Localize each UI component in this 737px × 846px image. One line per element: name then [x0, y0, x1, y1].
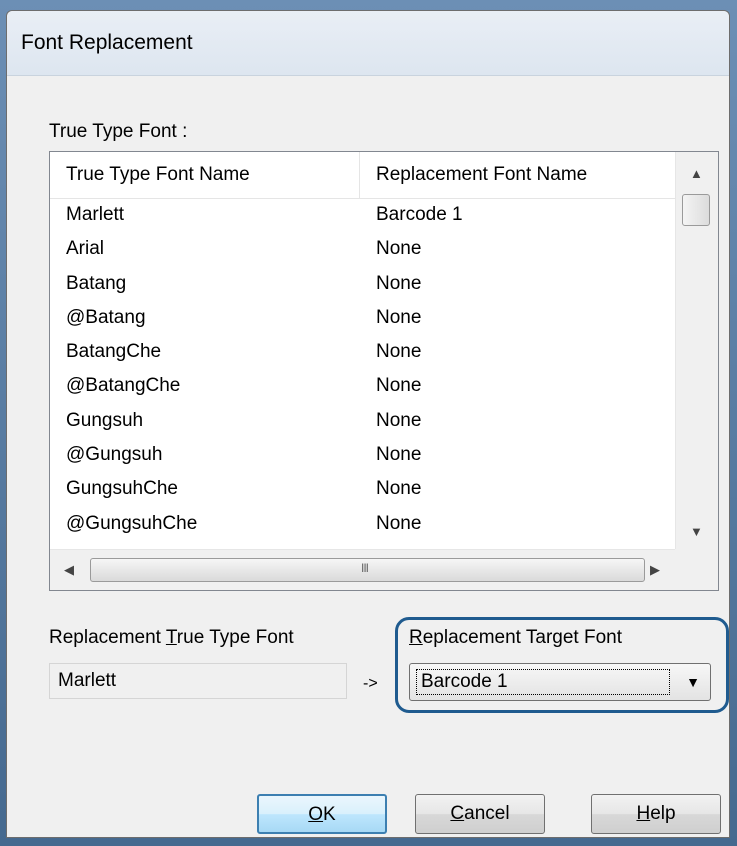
table-row[interactable]: BatangChe None — [50, 335, 675, 369]
replacement-true-type-font-field: Marlett — [49, 663, 347, 699]
replacement-font-cell: None — [376, 444, 422, 466]
mnemonic-r: R — [409, 627, 423, 648]
replacement-font-cell: None — [376, 478, 422, 500]
vertical-scrollbar[interactable]: ▲ ▼ — [675, 152, 718, 549]
replacement-target-font-dropdown[interactable]: Barcode 1 ▼ — [409, 663, 711, 701]
font-name-cell: @GungsuhChe — [66, 512, 198, 534]
title-bar[interactable]: Font Replacement — [7, 11, 729, 76]
table-row[interactable]: @BatangChe None — [50, 369, 675, 403]
scroll-down-arrow-icon[interactable]: ▼ — [690, 524, 703, 539]
true-type-font-group-label: True Type Font : — [49, 121, 188, 142]
replacement-font-cell: None — [376, 238, 422, 260]
label-text: Replacement — [49, 627, 166, 648]
font-name-cell: Marlett — [66, 204, 125, 225]
column-header-replacement-font-name[interactable]: Replacement Font Name — [360, 152, 675, 198]
scroll-grip-icon: III — [361, 561, 369, 575]
list-header: True Type Font Name Replacement Font Nam… — [50, 152, 675, 199]
chevron-down-icon[interactable]: ▼ — [686, 674, 700, 690]
replacement-font-cell: None — [376, 375, 422, 397]
horizontal-scroll-thumb[interactable]: III — [90, 558, 645, 582]
table-row[interactable]: GungsuhChe None — [50, 472, 675, 506]
table-row[interactable]: @Batang None — [50, 301, 675, 335]
replacement-font-cell: None — [376, 306, 422, 328]
font-name-cell: Batang — [66, 272, 127, 294]
font-name-cell: @Gungsuh — [66, 444, 163, 466]
replacement-target-font-label: Replacement Target Font — [409, 627, 622, 649]
font-name-cell: GungsuhChe — [66, 478, 178, 500]
label-text: rue Type Font — [176, 627, 294, 648]
scroll-left-arrow-icon[interactable]: ◀ — [64, 562, 74, 578]
list-body: Marlett Barcode 1 Arial None Batang None @Bata… — [50, 198, 675, 541]
dropdown-selected-value: Barcode 1 — [416, 669, 670, 695]
table-row[interactable]: Batang None — [50, 267, 675, 301]
ok-button[interactable]: OK — [257, 794, 387, 834]
vertical-scroll-thumb[interactable] — [682, 194, 710, 226]
arrow-separator: -> — [363, 675, 378, 692]
table-row[interactable]: @Gungsuh None — [50, 438, 675, 472]
table-row[interactable]: Arial None — [50, 232, 675, 266]
mnemonic-o: O — [308, 804, 324, 825]
scroll-up-arrow-icon[interactable]: ▲ — [690, 166, 703, 181]
font-name-cell: Gungsuh — [66, 409, 144, 431]
button-label: elp — [650, 803, 676, 824]
font-name-cell: BatangChe — [66, 341, 162, 363]
replacement-font-cell: None — [376, 409, 422, 431]
font-name-cell: @Batang — [66, 306, 146, 328]
scrollbar-corner — [675, 549, 718, 590]
button-label: ancel — [464, 803, 510, 824]
table-row[interactable]: Gungsuh None — [50, 404, 675, 438]
replacement-font-cell: Barcode 1 — [376, 204, 463, 225]
mnemonic-t: T — [165, 627, 177, 648]
table-row[interactable]: Marlett Barcode 1 — [50, 198, 675, 232]
mnemonic-h: H — [636, 803, 651, 824]
font-name-cell: Arial — [66, 238, 105, 260]
label-text: eplacement Target Font — [422, 627, 623, 648]
button-label: K — [323, 804, 336, 825]
replacement-font-cell: None — [376, 341, 422, 363]
font-replacement-dialog: Font Replacement True Type Font : True T… — [6, 10, 730, 838]
replacement-font-cell: None — [376, 512, 422, 534]
table-row[interactable]: @GungsuhChe None — [50, 507, 675, 541]
replacement-true-type-font-label: Replacement True Type Font — [49, 627, 294, 649]
help-button[interactable]: Help — [591, 794, 721, 834]
column-header-true-type-font-name[interactable]: True Type Font Name — [50, 152, 360, 198]
scroll-right-arrow-icon[interactable]: ▶ — [650, 562, 660, 578]
cancel-button[interactable]: Cancel — [415, 794, 545, 834]
font-list[interactable]: True Type Font Name Replacement Font Nam… — [49, 151, 719, 591]
mnemonic-c: C — [450, 803, 465, 824]
font-name-cell: @BatangChe — [66, 375, 181, 397]
replacement-font-cell: None — [376, 272, 422, 294]
dialog-title: Font Replacement — [21, 31, 193, 54]
horizontal-scrollbar[interactable]: ◀ III ▶ — [50, 549, 675, 590]
